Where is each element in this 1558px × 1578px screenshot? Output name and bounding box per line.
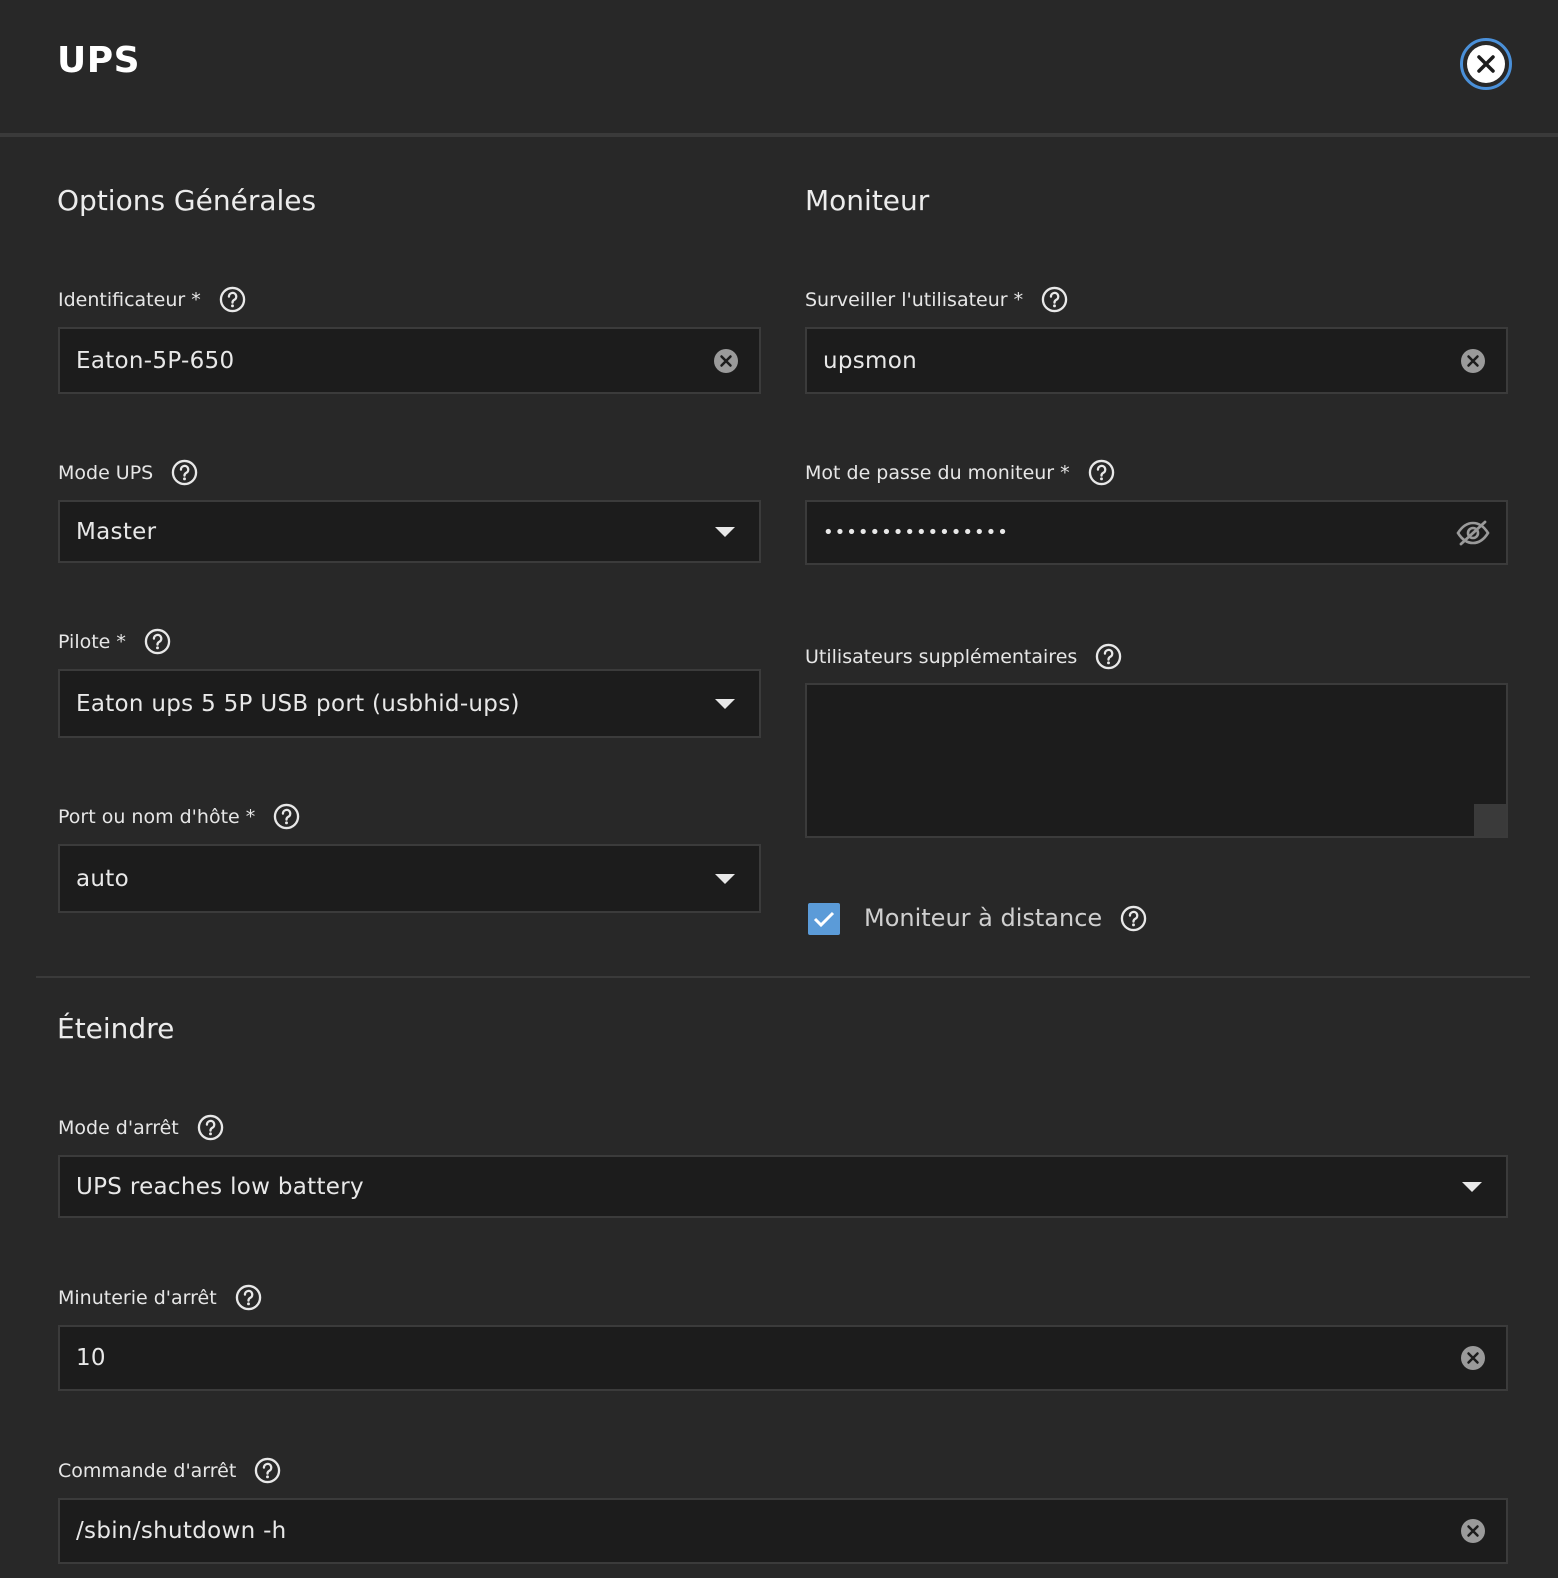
- monitor-title: Moniteur: [805, 184, 930, 217]
- help-icon[interactable]: [254, 1457, 281, 1484]
- eye-off-icon[interactable]: [1456, 519, 1490, 547]
- dialog-header: UPS: [0, 0, 1558, 137]
- ups-mode-select[interactable]: Master: [58, 500, 761, 563]
- help-icon[interactable]: [219, 286, 246, 313]
- monitor-user-label: Surveiller l'utilisateur *: [805, 286, 1068, 313]
- close-button[interactable]: [1460, 38, 1512, 90]
- shutdown-mode-select[interactable]: UPS reaches low battery: [58, 1155, 1508, 1218]
- help-icon[interactable]: [235, 1284, 262, 1311]
- shutdown-timer-input[interactable]: 10: [58, 1325, 1508, 1391]
- help-icon[interactable]: [1041, 286, 1068, 313]
- shutdown-command-input[interactable]: /sbin/shutdown -h: [58, 1498, 1508, 1564]
- monitor-user-input[interactable]: upsmon: [805, 327, 1508, 394]
- monitor-password-input[interactable]: ••••••••••••••••: [805, 500, 1508, 565]
- general-options-title: Options Générales: [57, 184, 317, 217]
- ups-mode-label: Mode UPS: [58, 459, 198, 486]
- clear-icon[interactable]: [1460, 1345, 1486, 1371]
- identifier-input[interactable]: Eaton-5P-650: [58, 327, 761, 394]
- shutdown-timer-label: Minuterie d'arrêt: [58, 1284, 262, 1311]
- help-icon[interactable]: [1095, 643, 1122, 670]
- section-divider: [36, 976, 1530, 978]
- help-icon[interactable]: [144, 628, 171, 655]
- help-icon[interactable]: [273, 803, 300, 830]
- dialog-title: UPS: [57, 40, 141, 81]
- shutdown-command-label: Commande d'arrêt: [58, 1457, 281, 1484]
- clear-icon[interactable]: [1460, 348, 1486, 374]
- help-icon[interactable]: [171, 459, 198, 486]
- port-select[interactable]: auto: [58, 844, 761, 913]
- port-label: Port ou nom d'hôte *: [58, 803, 300, 830]
- chevron-down-icon: [1462, 1181, 1482, 1192]
- driver-label: Pilote *: [58, 628, 171, 655]
- remote-monitor-checkbox[interactable]: [808, 903, 840, 935]
- chevron-down-icon: [715, 873, 735, 884]
- shutdown-title: Éteindre: [57, 1012, 175, 1045]
- monitor-password-label: Mot de passe du moniteur *: [805, 459, 1115, 486]
- resize-handle[interactable]: [1474, 804, 1506, 836]
- extra-users-textarea[interactable]: [805, 683, 1508, 838]
- chevron-down-icon: [715, 698, 735, 709]
- help-icon[interactable]: [1120, 905, 1147, 932]
- checkmark-icon: [813, 911, 835, 928]
- clear-icon[interactable]: [1460, 1518, 1486, 1544]
- extra-users-label: Utilisateurs supplémentaires: [805, 643, 1122, 670]
- help-icon[interactable]: [1088, 459, 1115, 486]
- remote-monitor-label[interactable]: Moniteur à distance: [864, 904, 1147, 932]
- chevron-down-icon: [715, 526, 735, 537]
- help-icon[interactable]: [197, 1114, 224, 1141]
- close-icon: [1467, 45, 1505, 83]
- shutdown-mode-label: Mode d'arrêt: [58, 1114, 224, 1141]
- driver-select[interactable]: Eaton ups 5 5P USB port (usbhid-ups): [58, 669, 761, 738]
- clear-icon[interactable]: [713, 348, 739, 374]
- identifier-label: Identificateur *: [58, 286, 246, 313]
